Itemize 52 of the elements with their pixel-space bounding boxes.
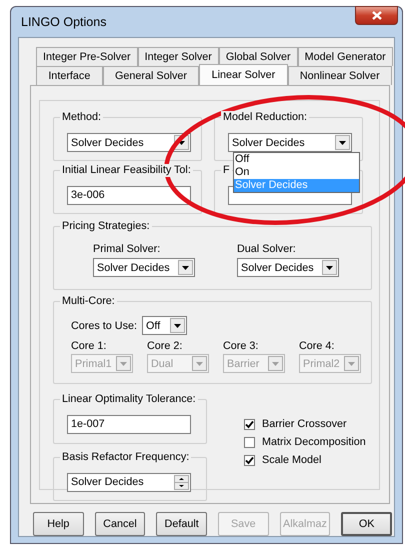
spinner-icon[interactable] [174,475,189,490]
close-button[interactable] [355,6,398,25]
checkbox-label: Scale Model [262,454,322,466]
group-label: Basis Refactor Frequency: [60,451,192,464]
dropdown[interactable]: Solver Decides [237,258,339,277]
close-icon [372,11,382,20]
checkbox-label: Matrix Decomposition [262,436,366,448]
tab[interactable]: General Solver [102,66,200,85]
caret-icon [272,362,279,366]
window-title: LINGO Options [20,15,106,29]
group-label: Initial Linear Feasibility Tol: [60,164,193,177]
caret-icon [174,324,182,328]
caret-icon [120,362,127,366]
checkbox[interactable] [244,436,255,448]
field-label: Core 4: [299,339,336,353]
dropdown-option[interactable]: Off [234,153,359,166]
dropdown[interactable]: Solver Decides [228,133,352,152]
group-label: Linear Optimality Tolerance: [60,393,198,406]
tab[interactable]: Nonlinear Solver [288,66,392,85]
dropdown[interactable]: Solver Decides [93,258,195,277]
group-label: Pricing Strategies: [60,220,152,233]
tab[interactable]: Linear Solver [199,64,288,85]
spinner-field[interactable]: Solver Decides [67,473,191,492]
field-label: Core 2: [147,339,184,353]
checkbox[interactable] [244,454,255,466]
tab[interactable]: Interface [36,66,103,85]
dialog-button[interactable]: OK [341,512,392,536]
dialog-button[interactable]: Default [156,512,207,536]
caret-icon [182,266,189,270]
checkbox[interactable] [244,418,255,430]
field-label: Core 3: [223,339,260,353]
field-label: Dual Solver: [237,242,297,256]
tab[interactable]: Global Solver [218,47,298,66]
caret-icon [348,362,355,366]
tab[interactable]: Integer Pre-Solver [36,47,138,66]
dialog-button[interactable]: Help [33,512,84,536]
dropdown-option[interactable]: On [234,166,359,179]
field-label: Cores to Use: [71,318,138,332]
dropdown[interactable]: Solver Decides [67,133,191,152]
checkbox-label: Barrier Crossover [262,418,347,430]
caret-icon [339,140,346,144]
dropdown[interactable]: Off [142,316,188,335]
tab[interactable]: Model Generator [298,47,393,66]
tab[interactable]: Integer Solver [138,47,219,66]
input-field[interactable]: 3e-006 [67,186,191,205]
field-label: Primal Solver: [93,242,162,256]
dialog-button[interactable]: Cancel [94,512,146,536]
input-field[interactable]: 1e-007 [67,415,191,434]
field-label: Core 1: [71,339,108,353]
caret-icon [178,140,185,144]
caret-icon [196,362,203,366]
caret-icon [326,266,333,270]
